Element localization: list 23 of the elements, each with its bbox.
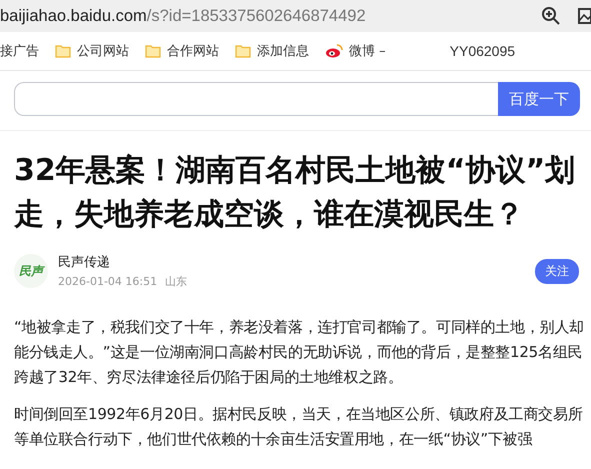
zoom-icon[interactable] xyxy=(541,6,561,26)
author-name[interactable]: 民声传递 xyxy=(58,253,535,271)
folder-icon xyxy=(145,44,161,58)
folder-icon xyxy=(235,44,251,58)
follow-button[interactable]: 关注 xyxy=(535,258,579,284)
bookmark-link[interactable]: 接广告 xyxy=(0,42,39,60)
location-text: 山东 xyxy=(165,275,188,288)
bookmark-link[interactable]: 微博 – xyxy=(349,42,386,60)
search-field[interactable] xyxy=(14,82,498,116)
bookmark-link[interactable]: 添加信息 xyxy=(257,42,309,60)
bookmark-link[interactable]: 公司网站 xyxy=(77,42,129,60)
paragraph: “地被拿走了，税我们交了十年，养老没着落，连打官司都输了。可同样的土地，别人却能分钱走人。”这是一位湖南洞口高龄村民的无助诉说，而他的背后，是整整125名组民跨越了32年、穷尽法律途径后仍陷于困局的土地维权之路。 xyxy=(14,317,585,388)
url-text: baijiahao.baidu.com/s?id=1853375602646874492 xyxy=(0,6,367,26)
paragraph: 时间倒回至1992年6月20日。据村民反映，当天，在当地区公所、镇政府及工商交易所等单位联合行动下，他们世代依赖的十余亩生活安置用地，在一纸“协议”下被强 xyxy=(14,404,584,450)
image-icon[interactable] xyxy=(577,6,591,26)
search-button[interactable]: 百度一下 xyxy=(498,82,580,116)
bookmark-link[interactable]: 合作网站 xyxy=(167,42,219,60)
bookmark-link[interactable]: YY062095 xyxy=(450,43,516,59)
address-bar[interactable]: baijiahao.baidu.com/s?id=1853375602646874492 xyxy=(0,0,591,32)
publish-date: 2026-01-04 16:51 xyxy=(58,275,158,288)
article-title: 32年悬案！湖南百名村民土地被“协议”划走，失地养老成空谈，谁在漠视民生？ xyxy=(14,152,576,234)
weibo-icon xyxy=(325,44,343,58)
folder-icon xyxy=(55,44,71,58)
